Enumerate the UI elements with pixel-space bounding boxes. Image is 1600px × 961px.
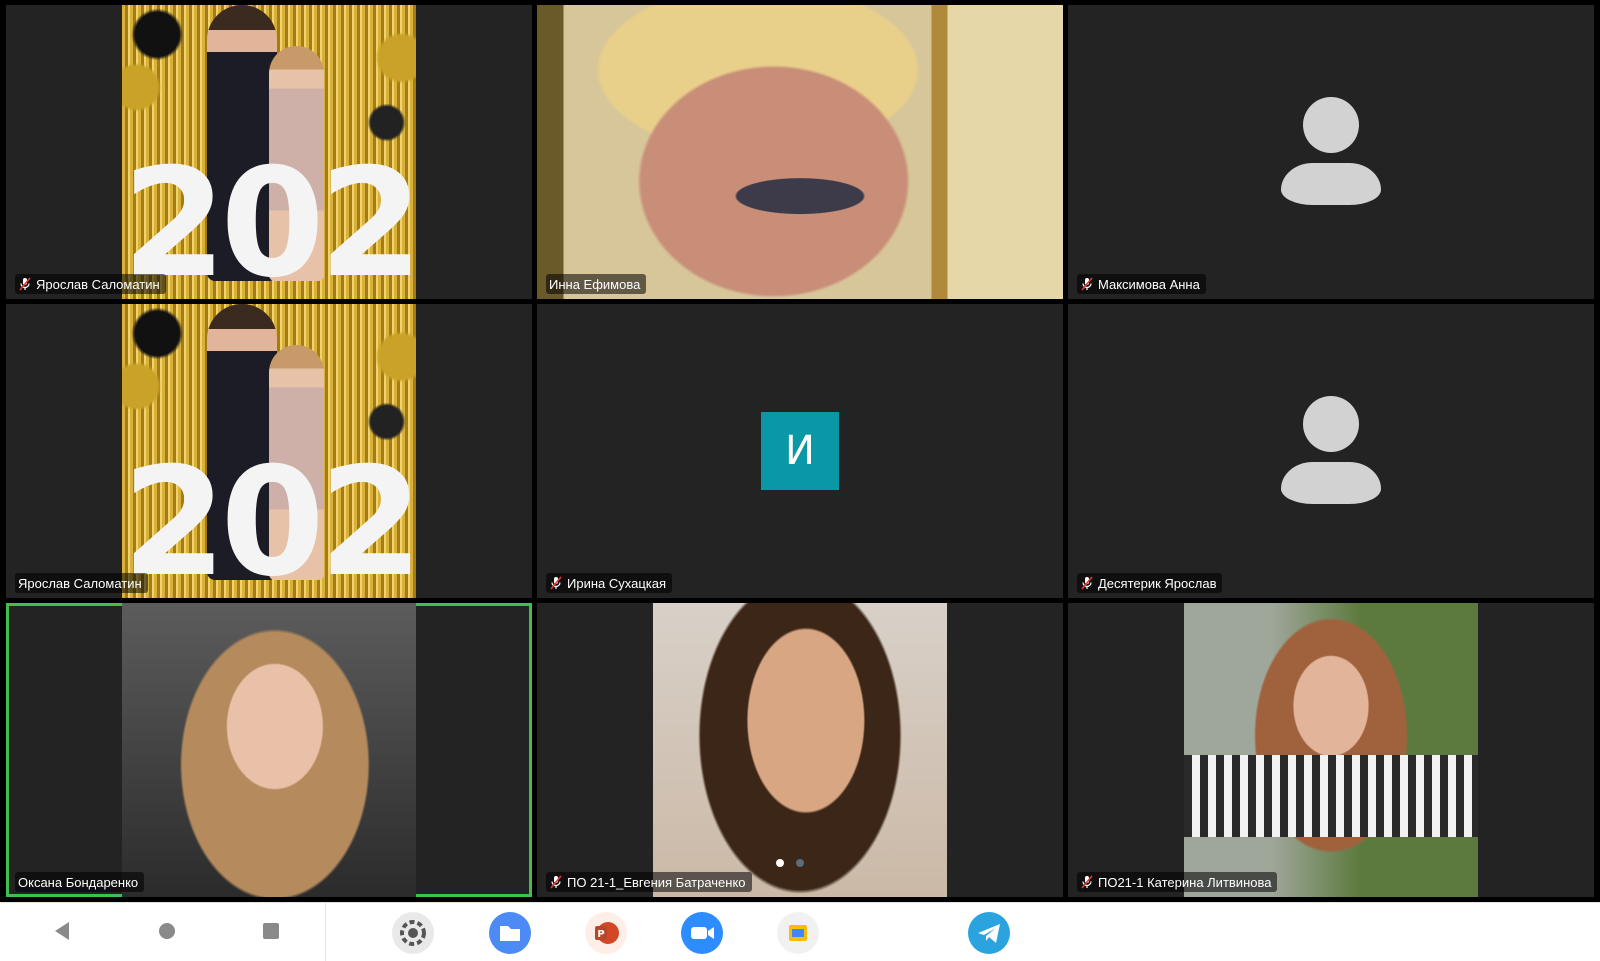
participant-tile[interactable]: И Ирина Сухацкая <box>537 304 1063 598</box>
recents-icon[interactable] <box>253 913 289 949</box>
participant-name: Инна Ефимова <box>549 276 641 292</box>
participant-tile[interactable]: ПО 21-1_Евгения Батраченко <box>537 603 1063 897</box>
back-icon[interactable] <box>44 913 80 949</box>
participant-photo <box>1184 603 1478 897</box>
initial-avatar: И <box>761 412 839 490</box>
files-icon[interactable] <box>488 911 532 955</box>
participant-name-tag: Десятерик Ярослав <box>1077 573 1223 593</box>
mic-muted-icon <box>1081 576 1093 590</box>
powerpoint-icon[interactable]: P <box>584 911 628 955</box>
google-slides-icon[interactable] <box>776 911 820 955</box>
settings-icon[interactable] <box>391 911 435 955</box>
participant-name-tag: ПО21-1 Катерина Литвинова <box>1077 872 1278 892</box>
participant-name: ПО21-1 Катерина Литвинова <box>1098 874 1272 890</box>
video-gallery: 2020 Ярослав Саломатин Инна Ефимова Макс… <box>6 5 1594 899</box>
participant-tile[interactable]: ПО21-1 Катерина Литвинова <box>1068 603 1594 897</box>
participant-name-tag: Максимова Анна <box>1077 274 1206 294</box>
participant-name: Оксана Бондаренко <box>18 874 139 890</box>
android-navigation-bar: P <box>0 902 1600 961</box>
mic-muted-icon <box>19 277 31 291</box>
participant-photo: 2020 <box>122 304 416 598</box>
page-dot[interactable] <box>796 859 804 867</box>
participant-name-tag: Ярослав Саломатин <box>15 573 148 593</box>
participant-name: Максимова Анна <box>1098 276 1200 292</box>
participant-tile[interactable]: 2020 Ярослав Саломатин <box>6 304 532 598</box>
participant-tile[interactable]: Максимова Анна <box>1068 5 1594 299</box>
participant-tile[interactable]: 2020 Ярослав Саломатин <box>6 5 532 299</box>
default-avatar-icon <box>1281 396 1381 506</box>
participant-name-tag: Оксана Бондаренко <box>15 872 145 892</box>
participant-name-tag: Инна Ефимова <box>546 274 647 294</box>
participant-photo: 2020 <box>122 5 416 299</box>
mic-muted-icon <box>550 576 562 590</box>
meeting-window: 2020 Ярослав Саломатин Инна Ефимова Макс… <box>0 0 1600 902</box>
home-icon[interactable] <box>149 913 185 949</box>
participant-name: Ирина Сухацкая <box>567 575 667 591</box>
participant-name: Ярослав Саломатин <box>18 575 142 591</box>
participant-name: ПО 21-1_Евгения Батраченко <box>567 874 746 890</box>
mic-muted-icon <box>550 875 562 889</box>
telegram-icon[interactable] <box>967 911 1011 955</box>
participant-tile[interactable]: Десятерик Ярослав <box>1068 304 1594 598</box>
default-avatar-icon <box>1281 97 1381 207</box>
participant-photo <box>653 603 947 897</box>
participant-name-tag: Ирина Сухацкая <box>546 573 673 593</box>
page-dot-current[interactable] <box>776 859 784 867</box>
page-indicator[interactable] <box>776 859 804 867</box>
svg-text:P: P <box>597 929 604 940</box>
participant-tile[interactable]: Инна Ефимова <box>537 5 1063 299</box>
photo-year-text: 2020 <box>122 157 416 299</box>
participant-video <box>537 5 1063 299</box>
participant-name: Десятерик Ярослав <box>1098 575 1217 591</box>
mic-muted-icon <box>1081 277 1093 291</box>
participant-tile-active-speaker[interactable]: Оксана Бондаренко <box>6 603 532 897</box>
participant-name: Ярослав Саломатин <box>36 276 160 292</box>
participant-photo <box>122 603 416 897</box>
mic-muted-icon <box>1081 875 1093 889</box>
photo-year-text: 2020 <box>122 456 416 598</box>
participant-name-tag: ПО 21-1_Евгения Батраченко <box>546 872 752 892</box>
zoom-icon[interactable] <box>680 911 724 955</box>
navbar-divider <box>325 903 326 961</box>
participant-name-tag: Ярослав Саломатин <box>15 274 166 294</box>
